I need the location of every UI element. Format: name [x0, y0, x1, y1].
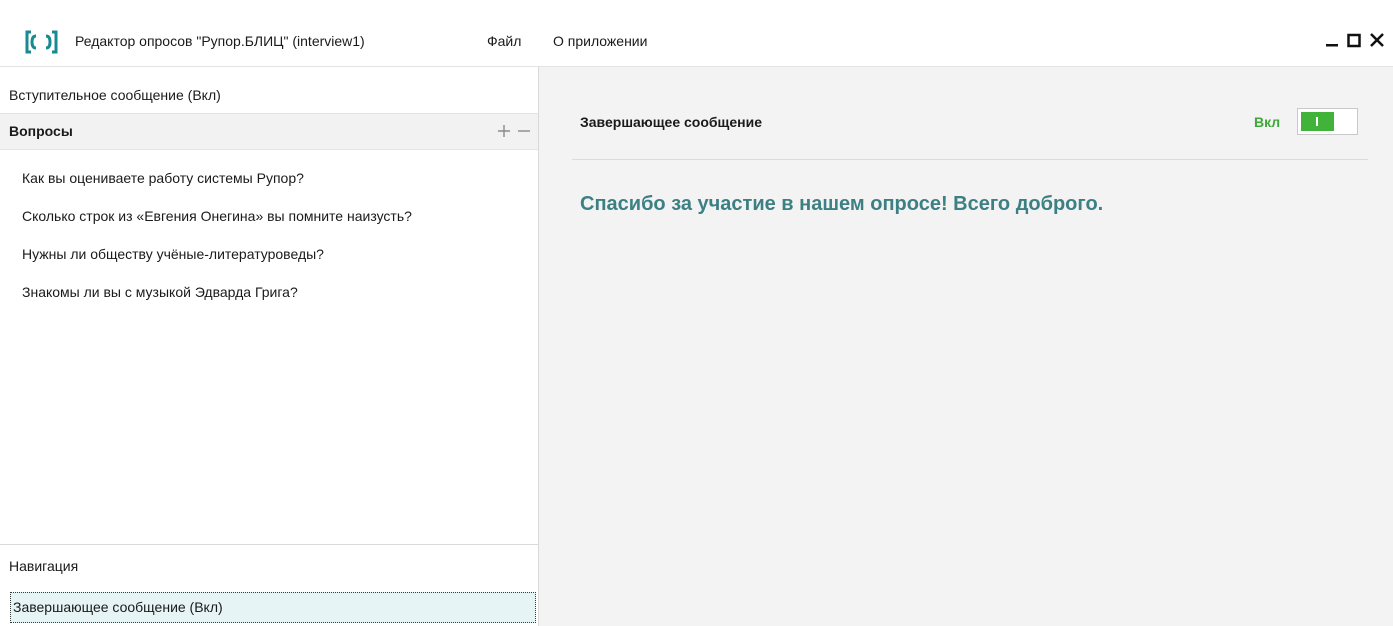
intro-message-label: Вступительное сообщение (Вкл) [9, 87, 221, 103]
enable-toggle[interactable] [1297, 108, 1358, 135]
ending-message-item[interactable]: Завершающее сообщение (Вкл) [10, 592, 536, 623]
navigation-item[interactable]: Навигация [0, 544, 538, 586]
toggle-on-indicator [1301, 112, 1334, 131]
window-title: Редактор опросов "Рупор.БЛИЦ" (interview… [75, 33, 365, 49]
title-bar: Редактор опросов "Рупор.БЛИЦ" (interview… [0, 0, 1393, 67]
close-icon[interactable] [1368, 31, 1386, 49]
app-logo-icon [25, 30, 58, 54]
menu-file[interactable]: Файл [487, 33, 521, 49]
question-label: Нужны ли обществу учёные-литературоведы? [22, 246, 324, 262]
ending-message-text[interactable]: Спасибо за участие в нашем опросе! Всего… [580, 193, 1103, 216]
question-item[interactable]: Знакомы ли вы с музыкой Эдварда Грига? [0, 272, 538, 312]
questions-section-header: Вопросы [0, 113, 538, 150]
editor-panel: Завершающее сообщение Вкл Спасибо за уча… [539, 67, 1393, 626]
divider [572, 159, 1368, 160]
question-label: Сколько строк из «Евгения Онегина» вы по… [22, 208, 412, 224]
navigation-label: Навигация [9, 558, 79, 574]
question-item[interactable]: Сколько строк из «Евгения Онегина» вы по… [0, 196, 538, 236]
question-label: Как вы оцениваете работу системы Рупор? [22, 170, 304, 186]
questions-header-label: Вопросы [9, 123, 73, 139]
toggle-state-label: Вкл [1254, 114, 1281, 130]
question-item[interactable]: Как вы оцениваете работу системы Рупор? [0, 158, 538, 198]
ending-message-label: Завершающее сообщение (Вкл) [13, 599, 223, 615]
maximize-icon[interactable] [1345, 31, 1363, 49]
remove-question-icon[interactable] [516, 123, 532, 139]
add-question-icon[interactable] [496, 123, 512, 139]
left-panel: Вступительное сообщение (Вкл) Вопросы Ка… [0, 67, 539, 626]
menu-about[interactable]: О приложении [553, 33, 647, 49]
intro-message-item[interactable]: Вступительное сообщение (Вкл) [0, 77, 538, 113]
question-item[interactable]: Нужны ли обществу учёные-литературоведы? [0, 234, 538, 274]
minimize-icon[interactable] [1323, 31, 1341, 49]
question-label: Знакомы ли вы с музыкой Эдварда Грига? [22, 284, 298, 300]
editor-title: Завершающее сообщение [580, 114, 762, 130]
